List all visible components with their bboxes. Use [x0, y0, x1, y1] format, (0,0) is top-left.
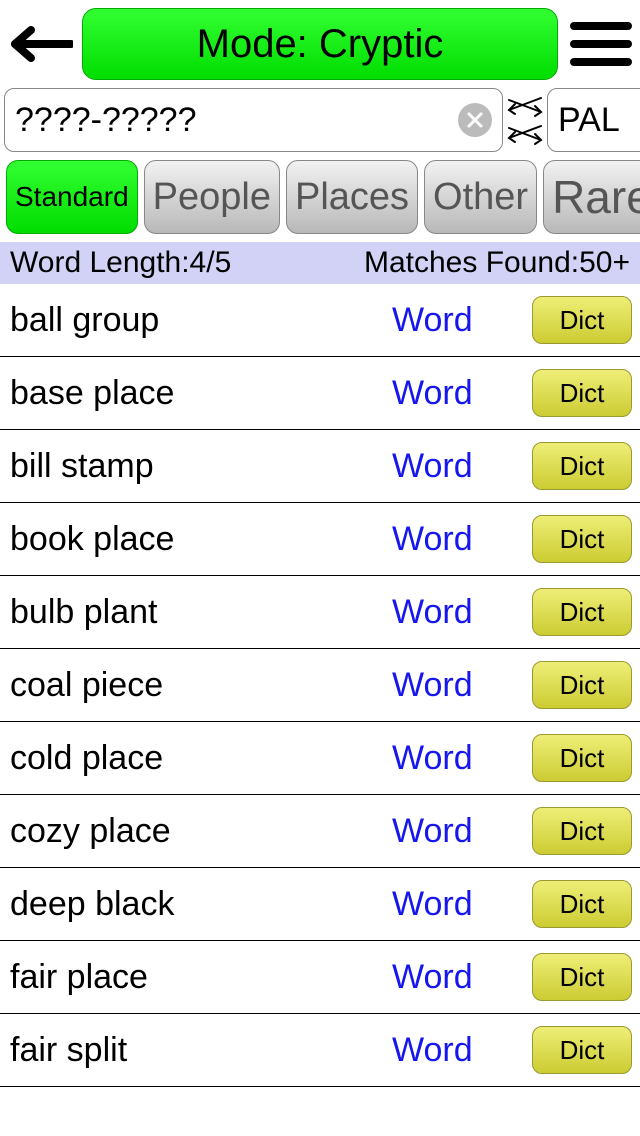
result-type-link[interactable]: Word [392, 666, 532, 705]
result-word: cozy place [10, 812, 392, 851]
pattern-input[interactable] [15, 101, 458, 140]
result-word: ball group [10, 301, 392, 340]
dict-button[interactable]: Dict [532, 442, 632, 490]
filter-people[interactable]: People [144, 160, 280, 234]
status-bar: Word Length:4/5 Matches Found:50+ [0, 242, 640, 284]
arrow-left-icon [9, 26, 73, 62]
filter-other[interactable]: Other [424, 160, 537, 234]
dict-button[interactable]: Dict [532, 296, 632, 344]
swap-button[interactable] [505, 88, 545, 152]
swap-arrows-icon [505, 90, 545, 150]
result-row: base placeWordDict [0, 357, 640, 430]
filter-rare[interactable]: Rare [543, 160, 640, 234]
word-length-label: Word Length:4/5 [10, 246, 231, 280]
filter-standard[interactable]: Standard [6, 160, 138, 234]
result-type-link[interactable]: Word [392, 374, 532, 413]
result-type-link[interactable]: Word [392, 593, 532, 632]
dict-button[interactable]: Dict [532, 1026, 632, 1074]
pattern-input-wrap [4, 88, 503, 152]
result-type-link[interactable]: Word [392, 1031, 532, 1070]
dict-button[interactable]: Dict [532, 734, 632, 782]
result-word: book place [10, 520, 392, 559]
matches-found-label: Matches Found:50+ [364, 246, 630, 280]
result-row: bulb plantWordDict [0, 576, 640, 649]
back-button[interactable] [6, 14, 76, 74]
dict-button[interactable]: Dict [532, 661, 632, 709]
dict-button[interactable]: Dict [532, 369, 632, 417]
result-row: fair placeWordDict [0, 941, 640, 1014]
result-row: bill stampWordDict [0, 430, 640, 503]
letters-input[interactable] [558, 101, 640, 140]
mode-label: Mode: Cryptic [197, 22, 444, 67]
result-word: fair split [10, 1031, 392, 1070]
result-word: base place [10, 374, 392, 413]
result-row: ball groupWordDict [0, 284, 640, 357]
result-row: deep blackWordDict [0, 868, 640, 941]
result-row: cozy placeWordDict [0, 795, 640, 868]
result-word: bulb plant [10, 593, 392, 632]
dict-button[interactable]: Dict [532, 953, 632, 1001]
dict-button[interactable]: Dict [532, 588, 632, 636]
result-word: coal piece [10, 666, 392, 705]
result-type-link[interactable]: Word [392, 885, 532, 924]
result-word: bill stamp [10, 447, 392, 486]
hamburger-icon [570, 22, 632, 30]
menu-button[interactable] [564, 14, 634, 74]
close-icon [466, 111, 484, 129]
result-row: fair splitWordDict [0, 1014, 640, 1087]
result-row: book placeWordDict [0, 503, 640, 576]
dict-button[interactable]: Dict [532, 515, 632, 563]
result-row: cold placeWordDict [0, 722, 640, 795]
filter-places[interactable]: Places [286, 160, 418, 234]
result-word: fair place [10, 958, 392, 997]
mode-button[interactable]: Mode: Cryptic [82, 8, 558, 80]
result-type-link[interactable]: Word [392, 520, 532, 559]
results-list: ball groupWordDictbase placeWordDictbill… [0, 284, 640, 1087]
result-type-link[interactable]: Word [392, 447, 532, 486]
result-type-link[interactable]: Word [392, 739, 532, 778]
result-word: deep black [10, 885, 392, 924]
dict-button[interactable]: Dict [532, 880, 632, 928]
result-type-link[interactable]: Word [392, 958, 532, 997]
result-type-link[interactable]: Word [392, 301, 532, 340]
result-word: cold place [10, 739, 392, 778]
result-type-link[interactable]: Word [392, 812, 532, 851]
result-row: coal pieceWordDict [0, 649, 640, 722]
clear-pattern-button[interactable] [458, 103, 492, 137]
letters-input-wrap [547, 88, 640, 152]
dict-button[interactable]: Dict [532, 807, 632, 855]
